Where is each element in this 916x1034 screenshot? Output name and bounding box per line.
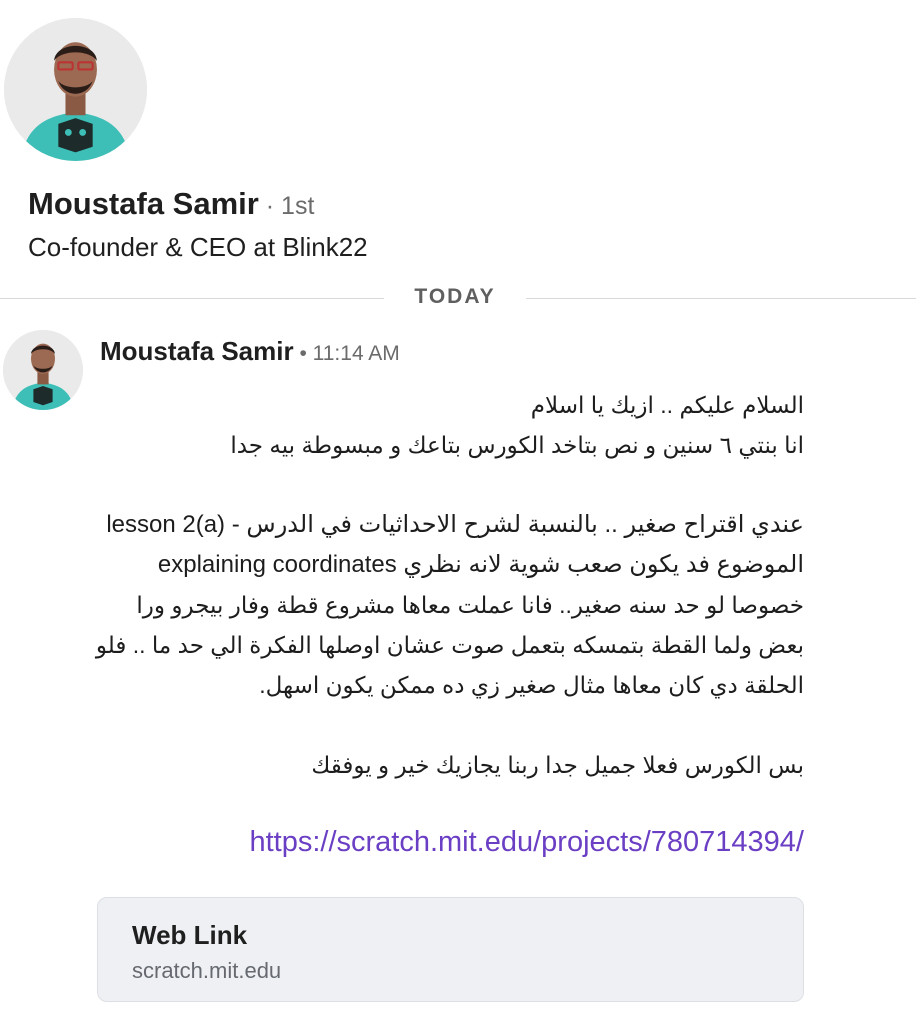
message-text-line: بعض ولما القطة بتمسكه بتعمل صوت عشان اوص… <box>95 632 804 658</box>
message-text-line: انا بنتي ٦ سنين و نص بتاخد الكورس بتاعك … <box>230 432 804 458</box>
profile-avatar[interactable] <box>4 18 147 161</box>
message-sender-avatar[interactable] <box>3 330 83 410</box>
message-timestamp: • 11:14 AM <box>293 342 400 365</box>
divider-line-right <box>526 298 916 299</box>
message-sender[interactable]: Moustafa Samir • 11:14 AM <box>100 336 400 367</box>
message-text-line: عندي اقتراح صغير .. بالنسبة لشرح الاحداث… <box>106 511 804 538</box>
message-link[interactable]: https://scratch.mit.edu/projects/7807143… <box>249 826 804 859</box>
message-text-line: بس الكورس فعلا جميل جدا ربنا يجازيك خير … <box>311 752 804 778</box>
person-photo-icon <box>3 330 83 410</box>
message-sender-name[interactable]: Moustafa Samir <box>100 336 294 366</box>
divider-line-left <box>0 298 384 299</box>
profile-name[interactable]: Moustafa Samir · 1st <box>28 186 314 222</box>
profile-headline: Co-founder & CEO at Blink22 <box>28 232 368 262</box>
message-text-line: السلام عليكم .. ازيك يا اسلام <box>530 392 804 418</box>
person-photo-icon <box>4 18 147 161</box>
link-preview-domain: scratch.mit.edu <box>132 958 282 983</box>
message-text-line: explaining coordinates الموضوع فد يكون ص… <box>157 551 804 578</box>
link-preview-card[interactable]: Web Link scratch.mit.edu <box>97 897 804 1002</box>
profile-name-text[interactable]: Moustafa Samir <box>28 186 259 221</box>
link-preview-title: Web Link <box>132 920 248 950</box>
date-divider-label: TODAY <box>414 285 496 308</box>
message-text-line: خصوصا لو حد سنه صغير.. فانا عملت معاها م… <box>136 592 804 618</box>
connection-degree: · 1st <box>258 192 315 220</box>
message-text-line: الحلقة دي كان معاها مثال صغير زي ده ممكن… <box>259 672 804 698</box>
